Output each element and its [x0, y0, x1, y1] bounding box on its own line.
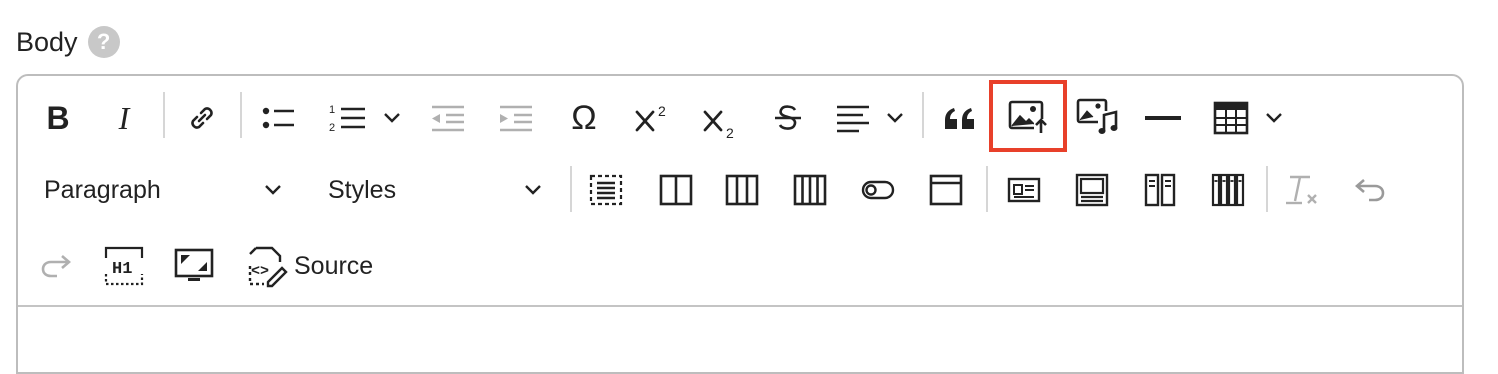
source-button-label: Source [294, 251, 374, 280]
insert-image-button[interactable] [998, 94, 1058, 140]
svg-text:1: 1 [329, 104, 335, 116]
hero-block-button[interactable] [1070, 168, 1114, 212]
alignment-dropdown[interactable] [882, 106, 908, 130]
hero-icon [1075, 173, 1109, 207]
numbered-list-button[interactable]: 12 [323, 96, 371, 140]
table-icon [1213, 101, 1249, 135]
indent-button[interactable] [492, 96, 540, 140]
fullscreen-icon [174, 248, 214, 281]
media-text-button[interactable] [1002, 168, 1046, 212]
two-columns-icon [659, 174, 693, 206]
toolbar-separator [570, 166, 572, 212]
outdent-icon [432, 105, 464, 132]
source-code-icon: <> [248, 246, 288, 288]
field-label-row: Body ? [16, 22, 120, 62]
quote-icon [945, 108, 974, 129]
four-cards-button[interactable] [1206, 168, 1250, 212]
toolbar-separator [1266, 166, 1268, 212]
link-button[interactable] [180, 96, 224, 140]
chevron-down-icon [1266, 113, 1282, 123]
media-text-icon [1007, 177, 1041, 203]
remove-format-icon [1286, 175, 1317, 205]
styles-select[interactable]: Styles [324, 170, 556, 210]
svg-text:2: 2 [726, 125, 734, 140]
insert-table-button[interactable] [1208, 96, 1254, 140]
horizontal-line-button[interactable] [1140, 96, 1186, 140]
blockquote-button[interactable] [938, 96, 982, 140]
heading-button[interactable]: H1 [100, 244, 148, 288]
omega-icon: Ω [571, 98, 597, 137]
toolbar-separator [922, 92, 924, 138]
redo-button[interactable] [34, 244, 78, 288]
alignment-button[interactable] [830, 96, 876, 140]
chevron-down-icon [525, 185, 541, 195]
svg-text:2: 2 [329, 122, 335, 134]
numbered-list-dropdown[interactable] [379, 106, 405, 130]
outdent-button[interactable] [424, 96, 472, 140]
h1-badge-text: H1 [112, 260, 132, 279]
four-columns-button[interactable] [788, 168, 832, 212]
heading-select[interactable]: Paragraph [40, 170, 292, 210]
remove-format-button[interactable] [1280, 168, 1324, 212]
container-button[interactable] [584, 168, 628, 212]
four-columns-icon [793, 174, 827, 206]
toolbar-separator [240, 92, 242, 138]
card-button[interactable] [924, 168, 968, 212]
two-columns-button[interactable] [654, 168, 698, 212]
toolbar-separator [986, 166, 988, 212]
subscript-icon: 2 [703, 110, 734, 140]
three-columns-button[interactable] [720, 168, 764, 212]
bold-button[interactable]: B [36, 96, 80, 140]
question-icon[interactable]: ? [87, 26, 120, 58]
styles-select-value: Styles [328, 175, 397, 204]
source-button[interactable]: <> Source [244, 242, 384, 290]
media-icon [1076, 98, 1118, 137]
numbered-list-icon: 12 [329, 104, 365, 134]
superscript-button[interactable]: 2 [628, 96, 678, 140]
indent-icon [500, 105, 532, 132]
align-left-icon [837, 105, 869, 133]
h1-icon: H1 [104, 246, 144, 286]
strikethrough-button[interactable] [766, 96, 810, 140]
bulleted-list-icon [262, 107, 294, 129]
heading-select-value: Paragraph [44, 175, 161, 204]
subscript-button[interactable]: 2 [696, 100, 746, 144]
chevron-down-icon [265, 185, 281, 195]
two-cards-icon [1144, 173, 1176, 207]
special-characters-button[interactable]: Ω [560, 96, 608, 140]
italic-icon: I [118, 99, 130, 136]
container-icon [589, 174, 623, 206]
link-icon [191, 107, 213, 129]
insert-media-button[interactable] [1072, 94, 1122, 140]
superscript-icon: 2 [635, 103, 666, 132]
chevron-down-icon [384, 113, 400, 123]
svg-text:2: 2 [658, 103, 666, 119]
undo-icon [1355, 179, 1385, 202]
bold-icon: B [46, 99, 70, 136]
toggle-button[interactable] [856, 168, 900, 212]
strikethrough-icon [775, 105, 801, 130]
two-cards-button[interactable] [1138, 168, 1182, 212]
toggle-icon [861, 180, 895, 200]
table-dropdown[interactable] [1261, 106, 1287, 130]
panel-icon [929, 174, 963, 206]
fullscreen-button[interactable] [170, 244, 218, 288]
image-upload-icon [1008, 100, 1048, 135]
italic-button[interactable]: I [102, 96, 146, 140]
chevron-down-icon [887, 113, 903, 123]
toolbar-separator [163, 92, 165, 138]
toolbar-divider [18, 305, 1462, 307]
svg-text:<>: <> [251, 263, 269, 280]
four-cards-icon [1211, 173, 1245, 207]
undo-button[interactable] [1348, 168, 1392, 212]
horizontal-line-icon [1145, 116, 1181, 120]
bulleted-list-button[interactable] [256, 96, 300, 140]
three-columns-icon [725, 174, 759, 206]
field-label: Body [16, 26, 78, 57]
redo-icon [41, 255, 71, 278]
rich-text-editor: B I 12 Ω 2 2 Paragraph Styles H1 <> Sour… [16, 74, 1464, 374]
